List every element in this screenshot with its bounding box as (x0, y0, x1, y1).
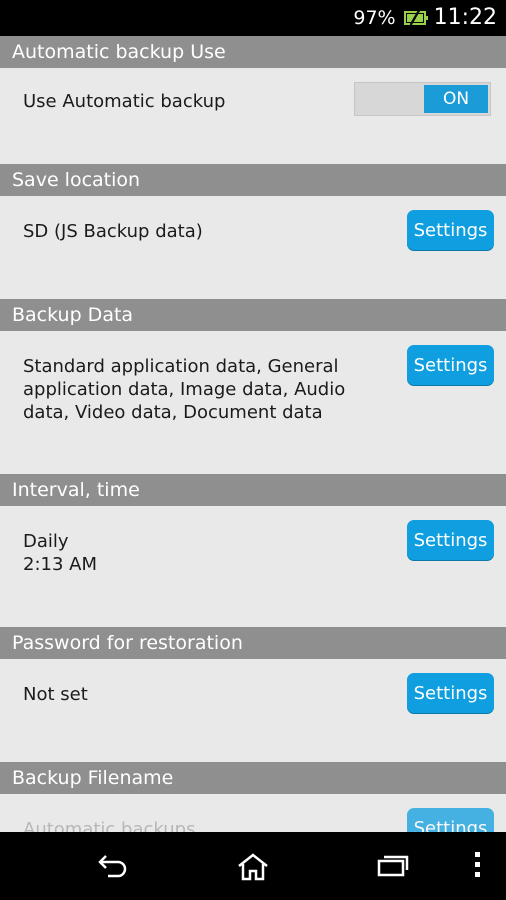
row-interval: Daily 2:13 AM Settings (0, 506, 506, 627)
section-header-filename: Backup Filename (0, 762, 506, 794)
save-location-value: SD (JS Backup data) (23, 221, 203, 242)
toggle-on-knob: ON (424, 85, 488, 113)
section-header-auto-backup: Automatic backup Use (0, 36, 506, 68)
password-value: Not set (23, 684, 88, 705)
section-header-save-location: Save location (0, 164, 506, 196)
interval-settings-button[interactable]: Settings (407, 520, 494, 560)
password-settings-button[interactable]: Settings (407, 673, 494, 713)
backup-data-settings-button[interactable]: Settings (407, 345, 494, 385)
navigation-bar (0, 832, 506, 900)
home-icon[interactable] (236, 852, 270, 886)
section-header-backup-data: Backup Data (0, 299, 506, 331)
settings-list: Automatic backup Use Use Automatic backu… (0, 36, 506, 832)
auto-backup-label: Use Automatic backup (23, 91, 226, 112)
row-auto-backup: Use Automatic backup ON (0, 68, 506, 164)
row-backup-data: Standard application data, General appli… (0, 331, 506, 474)
filename-value: Automatic backups (23, 819, 196, 832)
save-location-settings-button[interactable]: Settings (407, 210, 494, 250)
status-bar: 97% 11:22 (0, 0, 506, 36)
status-right: 97% 11:22 (353, 5, 497, 30)
section-header-password: Password for restoration (0, 627, 506, 659)
backup-data-value: Standard application data, General appli… (23, 356, 346, 423)
interval-value: Daily 2:13 AM (23, 506, 383, 576)
menu-icon[interactable] (472, 850, 482, 884)
row-password: Not set Settings (0, 659, 506, 762)
interval-frequency: Daily (23, 531, 69, 552)
battery-icon (403, 10, 428, 25)
battery-percent: 97% (353, 6, 396, 29)
auto-backup-toggle[interactable]: ON (354, 82, 491, 116)
row-save-location: SD (JS Backup data) Settings (0, 196, 506, 299)
recents-icon[interactable] (376, 852, 410, 882)
row-filename: Automatic backups Settings (0, 794, 506, 832)
back-icon[interactable] (96, 852, 130, 882)
interval-time: 2:13 AM (23, 554, 97, 575)
section-header-interval: Interval, time (0, 474, 506, 506)
clock: 11:22 (433, 5, 497, 30)
filename-settings-button[interactable]: Settings (407, 808, 494, 832)
